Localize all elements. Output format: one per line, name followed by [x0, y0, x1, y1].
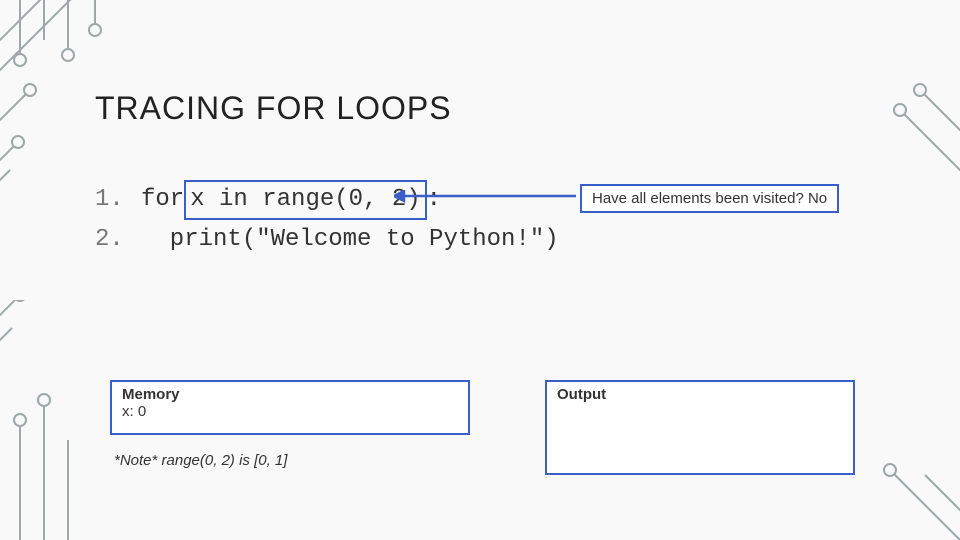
arrow-to-question — [394, 190, 584, 210]
circuit-decoration-bottom-left — [0, 300, 120, 540]
memory-box: Memory x: 0 — [110, 380, 470, 435]
memory-header: Memory — [122, 386, 458, 403]
circuit-decoration-right — [870, 80, 960, 200]
circuit-decoration-bottom-right — [870, 460, 960, 540]
slide-title: TRACING FOR LOOPS — [95, 90, 452, 127]
code-line-2: 2. print("Welcome to Python!") — [95, 222, 559, 258]
line-number-2: 2. — [95, 222, 141, 258]
code-body: print("Welcome to Python!") — [141, 222, 559, 258]
question-box: Have all elements been visited? No — [580, 184, 839, 213]
note-text: *Note* range(0, 2) is [0, 1] — [114, 452, 287, 469]
output-box: Output — [545, 380, 855, 475]
memory-content: x: 0 — [122, 403, 458, 420]
line-number-1: 1. — [95, 182, 141, 218]
code-highlighted-iterator: x in range(0, 2) — [184, 180, 426, 220]
output-header: Output — [557, 386, 843, 403]
code-keyword-for: for — [141, 182, 184, 218]
question-text: Have all elements been visited? No — [592, 190, 827, 207]
